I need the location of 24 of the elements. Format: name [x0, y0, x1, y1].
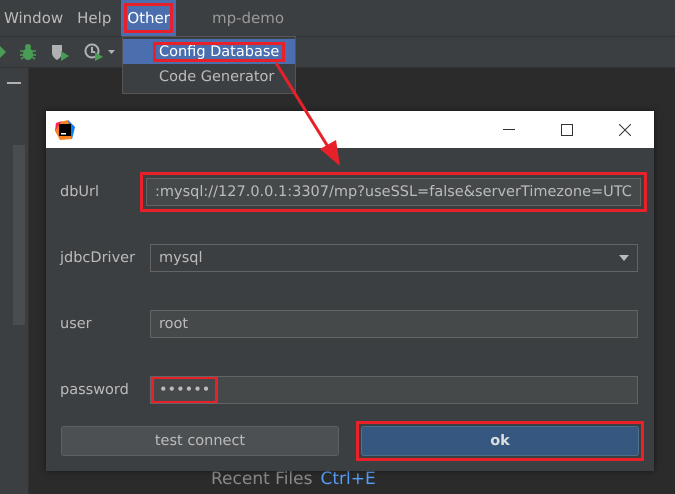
dropdown-field[interactable]: mysql	[150, 244, 638, 272]
shield-run-icon[interactable]	[50, 43, 70, 61]
app-logo-icon	[54, 118, 76, 140]
profiler-run-icon[interactable]	[84, 43, 116, 61]
project-title: mp-demo	[212, 9, 284, 27]
field-label: dbUrl	[60, 184, 100, 200]
field-label: password	[60, 382, 130, 398]
ok-button[interactable]: ok	[361, 426, 639, 456]
test-button[interactable]: test connect	[61, 426, 339, 456]
menu-option[interactable]: Code Generator	[123, 64, 295, 89]
menu-item[interactable]: Help	[73, 3, 116, 33]
menu-item[interactable]: Window	[0, 3, 68, 33]
menu-option[interactable]: Config Database	[123, 39, 295, 64]
bug-icon[interactable]	[20, 43, 36, 61]
recent-files-hint: Recent Files Ctrl+E	[211, 469, 376, 489]
play-icon[interactable]	[0, 46, 6, 58]
input-field[interactable]: ••••••	[150, 376, 638, 404]
field-label: user	[60, 316, 93, 332]
field-label: jdbcDriver	[60, 250, 136, 266]
input-field[interactable]: :mysql://127.0.0.1:3307/mp?useSSL=false&serverTimezone=UTC	[146, 178, 641, 206]
minimize-icon[interactable]	[7, 82, 21, 85]
caret-icon	[619, 255, 629, 261]
input-field[interactable]: root	[150, 310, 638, 338]
menu-item[interactable]: Other	[121, 0, 176, 36]
